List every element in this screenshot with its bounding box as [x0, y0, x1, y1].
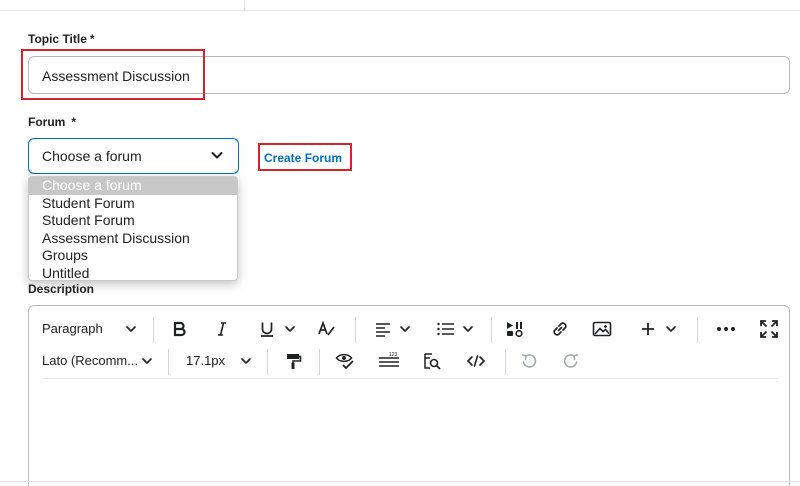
source-code-button[interactable]	[462, 347, 490, 375]
italic-button[interactable]	[208, 315, 236, 343]
font-size-dropdown[interactable]: 17.1px	[186, 353, 225, 368]
forum-select-value: Choose a forum	[42, 148, 142, 164]
forum-select[interactable]: Choose a forum	[28, 138, 239, 174]
forum-option[interactable]: Untitled	[29, 265, 237, 281]
chevron-down-icon	[666, 326, 676, 332]
toolbar-row-1: Paragraph	[29, 314, 789, 344]
bold-icon	[173, 321, 186, 337]
format-painter-icon	[287, 354, 302, 369]
forum-option[interactable]: Groups	[29, 247, 237, 265]
forum-dropdown-list[interactable]: Choose a forum Student Forum Student For…	[28, 176, 238, 281]
text-format-icon	[318, 320, 335, 336]
forum-label: Forum *	[28, 115, 76, 129]
link-icon	[553, 322, 567, 336]
required-marker: *	[89, 32, 95, 46]
image-icon	[592, 321, 612, 337]
plus-icon	[642, 323, 654, 335]
more-button[interactable]	[712, 315, 740, 343]
topic-title-label: Topic Title *	[28, 32, 95, 46]
svg-text:123: 123	[389, 352, 398, 358]
insert-stuff-button[interactable]	[501, 315, 529, 343]
toolbar-row-2: Lato (Recomm... 17.1px 123	[29, 346, 789, 376]
top-divider	[0, 0, 800, 11]
insert-stuff-icon	[507, 322, 523, 338]
italic-icon	[218, 322, 226, 336]
chevron-down-icon	[142, 358, 152, 364]
align-icon	[376, 323, 390, 337]
rich-text-editor[interactable]: Paragraph Lato (Recomm... 17.1px 123	[28, 305, 790, 486]
divider-tick	[244, 0, 245, 11]
redo-button[interactable]	[557, 347, 585, 375]
forum-required-marker: *	[71, 115, 77, 129]
chevron-down-icon	[463, 326, 473, 332]
font-family-dropdown[interactable]: Lato (Recomm...	[42, 353, 138, 368]
chevron-down-icon	[126, 326, 136, 332]
link-button[interactable]	[546, 315, 574, 343]
text-format-button[interactable]	[313, 315, 341, 343]
find-replace-button[interactable]	[418, 347, 446, 375]
source-code-icon	[466, 355, 486, 367]
chevron-down-icon	[285, 326, 295, 332]
list-button[interactable]	[432, 315, 460, 343]
word-count-icon: 123	[379, 352, 399, 367]
undo-button[interactable]	[515, 347, 543, 375]
fullscreen-button[interactable]	[755, 315, 783, 343]
list-icon	[437, 322, 454, 336]
word-count-button[interactable]: 123	[375, 347, 403, 375]
undo-icon	[521, 354, 537, 368]
toolbar-divider	[42, 378, 778, 379]
bold-button[interactable]	[165, 315, 193, 343]
topic-title-label-text: Topic Title	[28, 32, 87, 46]
insert-button[interactable]	[634, 315, 662, 343]
forum-option[interactable]: Student Forum	[29, 212, 237, 230]
chevron-down-icon	[211, 152, 223, 159]
underline-icon	[261, 322, 273, 337]
accessibility-checker-button[interactable]	[331, 347, 359, 375]
paragraph-style-dropdown[interactable]: Paragraph	[42, 321, 103, 336]
forum-option[interactable]: Choose a forum	[29, 177, 237, 195]
align-button[interactable]	[369, 315, 397, 343]
format-painter-button[interactable]	[279, 347, 307, 375]
redo-icon	[563, 354, 579, 368]
find-replace-icon	[424, 353, 441, 370]
create-forum-link[interactable]: Create Forum	[264, 151, 342, 165]
fullscreen-icon	[760, 320, 778, 338]
topic-title-input[interactable]: Assessment Discussion	[28, 56, 790, 94]
bottom-divider	[0, 481, 800, 482]
chevron-down-icon	[241, 358, 251, 364]
image-button[interactable]	[588, 315, 616, 343]
forum-option[interactable]: Student Forum	[29, 195, 237, 213]
underline-button[interactable]	[253, 315, 281, 343]
description-label: Description	[28, 282, 95, 296]
more-icon	[717, 327, 735, 331]
topic-title-value: Assessment Discussion	[42, 68, 190, 84]
forum-label-text: Forum	[28, 115, 66, 129]
chevron-down-icon	[400, 326, 410, 332]
accessibility-checker-icon	[335, 353, 354, 370]
forum-option[interactable]: Assessment Discussion	[29, 230, 237, 248]
